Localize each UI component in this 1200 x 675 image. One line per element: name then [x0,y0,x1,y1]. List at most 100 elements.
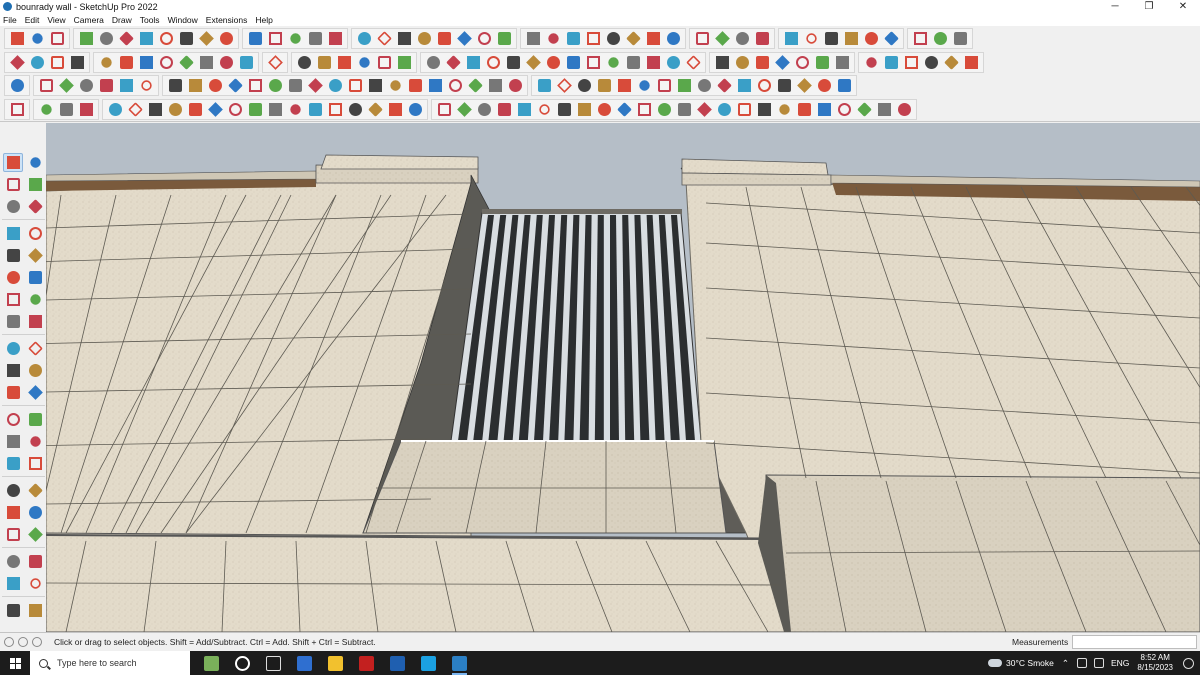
tool-row1-6-4-button[interactable] [753,30,771,48]
tool-row1-5-8-button[interactable] [664,30,682,48]
tool-row2-7-2-button[interactable] [882,54,900,72]
menu-extensions[interactable]: Extensions [206,15,248,25]
tool-row4-4-19-button[interactable] [795,101,813,119]
tool-row4-4-16-button[interactable] [735,101,753,119]
follow-me-tool-button[interactable] [25,361,45,380]
tool-row1-5-1-button[interactable] [524,30,542,48]
weather-text[interactable]: 30°C Smoke [1006,658,1054,668]
tool-row1-6-1-button[interactable] [693,30,711,48]
paint-bucket-tool-button[interactable] [3,175,23,194]
tool-row2-2-4-button[interactable] [157,54,175,72]
menu-window[interactable]: Window [168,15,198,25]
tool-row2-5-10-button[interactable] [604,54,622,72]
tool-row3-3-12-button[interactable] [386,77,404,95]
tool-row1-1-2-button[interactable] [28,30,46,48]
tool-row3-3-1-button[interactable] [166,77,184,95]
tool-row4-3-12-button[interactable] [326,101,344,119]
tool-row1-7-3-button[interactable] [822,30,840,48]
tool-row3-4-2-button[interactable] [555,77,573,95]
line-tool-button[interactable] [3,224,23,243]
tool-row1-2-3-button[interactable] [117,30,135,48]
tool-row3-3-7-button[interactable] [286,77,304,95]
tool-row3-2-5-button[interactable] [117,77,135,95]
smoove-tool-button[interactable] [25,601,45,620]
freehand-tool-button[interactable] [25,224,45,243]
tool-row2-1-3-button[interactable] [48,54,66,72]
previous-view-tool-button[interactable] [25,525,45,544]
move-tool-button[interactable] [25,339,45,358]
tool-row4-3-3-button[interactable] [146,101,164,119]
tool-row4-3-7-button[interactable] [226,101,244,119]
tool-row2-5-8-button[interactable] [564,54,582,72]
tool-row2-5-7-button[interactable] [544,54,562,72]
sketchup-taskbar-button[interactable] [444,651,475,675]
clock[interactable]: 8:52 AM 8/15/2023 [1137,653,1173,673]
edge-taskbar-button[interactable] [413,651,444,675]
tool-row1-3-5-button[interactable] [326,30,344,48]
autocad-taskbar-button[interactable] [351,651,382,675]
tool-row1-4-7-button[interactable] [475,30,493,48]
tool-row1-5-5-button[interactable] [604,30,622,48]
tool-row1-2-5-button[interactable] [157,30,175,48]
tool-row1-4-8-button[interactable] [495,30,513,48]
offset-tool-button[interactable] [25,383,45,402]
tool-row4-4-15-button[interactable] [715,101,733,119]
tool-row4-4-4-button[interactable] [495,101,513,119]
tool-row4-4-20-button[interactable] [815,101,833,119]
tool-row1-2-8-button[interactable] [217,30,235,48]
dimension-tool-button[interactable] [25,410,45,429]
tool-row4-4-21-button[interactable] [835,101,853,119]
tool-row3-2-6-button[interactable] [137,77,155,95]
tool-row4-4-14-button[interactable] [695,101,713,119]
tool-row3-4-4-button[interactable] [595,77,613,95]
tool-row2-4-2-button[interactable] [315,54,333,72]
tool-row2-7-4-button[interactable] [922,54,940,72]
language-indicator[interactable]: ENG [1111,658,1129,668]
tool-row1-3-1-button[interactable] [246,30,264,48]
tool-row4-4-5-button[interactable] [515,101,533,119]
calculator-taskbar-button[interactable] [289,651,320,675]
tool-row3-3-9-button[interactable] [326,77,344,95]
rotate-tool-button[interactable] [3,361,23,380]
protractor-tool-button[interactable] [3,432,23,451]
tool-row4-4-17-button[interactable] [755,101,773,119]
tool-row1-3-2-button[interactable] [266,30,284,48]
tool-row4-2-1-button[interactable] [37,101,55,119]
tool-row1-7-5-button[interactable] [862,30,880,48]
tool-row4-3-5-button[interactable] [186,101,204,119]
zoom-tool-button[interactable] [3,503,23,522]
tool-row1-5-2-button[interactable] [544,30,562,48]
tool-row2-5-11-button[interactable] [624,54,642,72]
component-tool-button[interactable] [25,153,45,172]
maximize-button[interactable]: ❐ [1132,0,1166,13]
tool-row4-4-11-button[interactable] [635,101,653,119]
tool-row4-3-4-button[interactable] [166,101,184,119]
pie-tool-button[interactable] [25,312,45,331]
rectangle-tool-button[interactable] [3,246,23,265]
tool-row3-4-5-button[interactable] [615,77,633,95]
tool-row2-6-6-button[interactable] [813,54,831,72]
zoom-extents-tool-button[interactable] [3,525,23,544]
tool-row1-2-2-button[interactable] [97,30,115,48]
tool-row3-3-6-button[interactable] [266,77,284,95]
menu-draw[interactable]: Draw [112,15,132,25]
tool-row2-4-6-button[interactable] [395,54,413,72]
tool-row3-2-4-button[interactable] [97,77,115,95]
tool-row2-1-4-button[interactable] [68,54,86,72]
tool-row4-3-16-button[interactable] [406,101,424,119]
sandbox-tool-button[interactable] [3,601,23,620]
tool-row2-6-1-button[interactable] [713,54,731,72]
tool-row2-5-1-button[interactable] [424,54,442,72]
tool-row4-4-22-button[interactable] [855,101,873,119]
tool-row4-4-18-button[interactable] [775,101,793,119]
tool-row1-2-4-button[interactable] [137,30,155,48]
tool-row2-5-4-button[interactable] [484,54,502,72]
file-explorer-taskbar-button[interactable] [320,651,351,675]
tool-row2-5-14-button[interactable] [684,54,702,72]
tool-row2-7-6-button[interactable] [962,54,980,72]
tool-row3-3-15-button[interactable] [446,77,464,95]
tool-row1-8-2-button[interactable] [931,30,949,48]
tool-row3-3-11-button[interactable] [366,77,384,95]
photoshop-taskbar-button[interactable] [382,651,413,675]
tool-row4-2-2-button[interactable] [57,101,75,119]
